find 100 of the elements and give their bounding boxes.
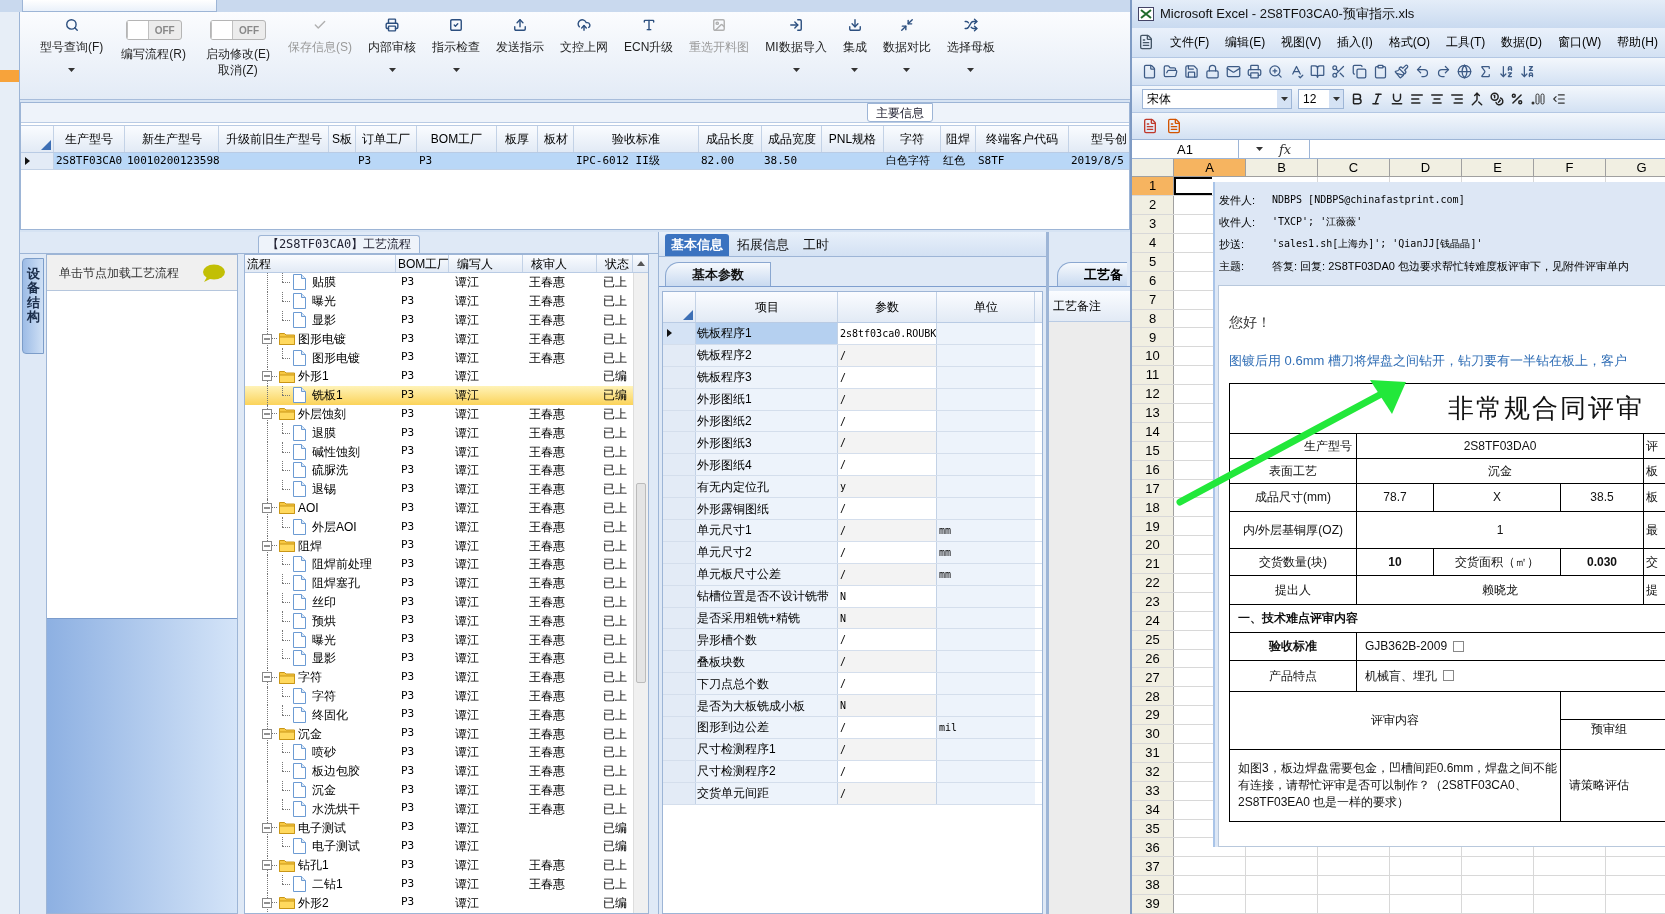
table-row[interactable]: 交货单元间距 / xyxy=(663,782,1042,805)
row-header[interactable]: 10 xyxy=(1132,347,1174,366)
coins-icon[interactable] xyxy=(1490,91,1504,106)
table-row[interactable]: 叠板块数 / xyxy=(663,651,1042,674)
toolbar-button[interactable]: 文控上网 xyxy=(554,12,614,56)
folder-icon[interactable] xyxy=(1163,63,1178,79)
collapse-icon[interactable] xyxy=(262,822,272,833)
menu-item[interactable]: 格式(O) xyxy=(1388,33,1430,52)
table-row[interactable]: 图形到边公差 / mil xyxy=(663,717,1042,739)
table-row[interactable]: 钻槽位置是否不设计铣带 N xyxy=(663,585,1042,608)
checkbox[interactable] xyxy=(1443,670,1454,682)
row-header[interactable]: 19 xyxy=(1132,517,1174,536)
toolbar-button[interactable]: 选择母板 xyxy=(940,12,1001,72)
tab[interactable]: 工时 xyxy=(797,234,835,256)
table-row[interactable]: 异形槽个数 / xyxy=(663,629,1042,652)
tree-row[interactable]: 字符 P3 谭江 王春惠 已上 xyxy=(245,686,633,706)
font-select[interactable]: 宋体 xyxy=(1142,88,1292,109)
toolbar-button[interactable]: 数据对比 xyxy=(876,12,937,72)
printer-icon[interactable] xyxy=(1247,63,1262,79)
table-row[interactable]: 下刀点总个数 / xyxy=(663,673,1042,696)
menu-item[interactable]: 数据(D) xyxy=(1501,33,1542,52)
align-left-icon[interactable] xyxy=(1410,91,1424,106)
column-header[interactable]: E xyxy=(1462,159,1534,177)
pdf-icon[interactable] xyxy=(1166,118,1182,135)
table-row[interactable]: 单元尺寸1 / mm xyxy=(663,520,1042,542)
tree-row[interactable]: 退锡 P3 谭江 王春惠 已上 xyxy=(245,479,633,499)
menu-item[interactable]: 插入(I) xyxy=(1337,33,1373,52)
align-center-icon[interactable] xyxy=(1430,91,1444,106)
pdf-icon[interactable] xyxy=(1142,118,1158,135)
row-header[interactable]: 2 xyxy=(1132,196,1174,215)
row-header[interactable]: 20 xyxy=(1132,536,1174,555)
toolbar-button[interactable]: ECN升级 xyxy=(618,12,680,56)
scrollbar[interactable] xyxy=(633,273,648,913)
tree-row[interactable]: 水洗烘干 P3 谭江 王春惠 已上 xyxy=(245,799,633,819)
tree-row[interactable]: 电子测试 P3 谭江 已编 xyxy=(245,818,633,837)
indent-icon[interactable] xyxy=(1552,91,1566,106)
undo-icon[interactable] xyxy=(1415,63,1430,79)
sub-tab[interactable]: 工艺备 xyxy=(1057,262,1127,286)
tree-row[interactable]: 字符 P3 谭江 王春惠 已上 xyxy=(245,667,633,687)
table-row[interactable]: 外形图纸2 / xyxy=(663,410,1042,433)
tree-row[interactable]: 外形1 P3 谭江 已编 xyxy=(245,367,633,386)
column-header[interactable]: C xyxy=(1318,159,1390,177)
row-header[interactable]: 39 xyxy=(1132,895,1174,913)
table-row[interactable]: 外形图纸4 / xyxy=(663,454,1042,477)
tree-row[interactable]: 图形电镀 P3 谭江 王春惠 已上 xyxy=(245,329,633,349)
globe-icon[interactable] xyxy=(1457,63,1472,79)
row-header[interactable]: 12 xyxy=(1132,385,1174,403)
column-header[interactable]: F xyxy=(1534,159,1606,177)
row-header[interactable]: 18 xyxy=(1132,498,1174,517)
menu-item[interactable]: 工具(T) xyxy=(1446,33,1486,52)
row-header[interactable]: 36 xyxy=(1132,838,1174,857)
toolbar-button[interactable]: MI数据导入 xyxy=(759,12,833,72)
tree-row[interactable]: 钻孔1 P3 谭江 王春惠 已上 xyxy=(245,855,633,875)
row-header[interactable]: 38 xyxy=(1132,876,1174,895)
underline-icon[interactable] xyxy=(1390,91,1404,106)
table-row[interactable]: 外形图纸3 / xyxy=(663,432,1042,455)
tree-row[interactable]: 碱性蚀刻 P3 谭江 王春惠 已上 xyxy=(245,442,633,461)
row-header[interactable]: 28 xyxy=(1132,687,1174,706)
table-row[interactable]: 2S8TF03CA0 10010200123598 P3 P3 IPC-6012 II级 82.00 38.50 白色字符 红色 S8TF 2019/8/5 xyxy=(21,153,1129,170)
tree-row[interactable]: 阻焊前处理 P3 谭江 王春惠 已上 xyxy=(245,554,633,574)
tab[interactable]: 拓展信息 xyxy=(731,234,795,256)
toolbar-button[interactable]: 指示检查 xyxy=(426,12,486,72)
tree-row[interactable]: 曝光 P3 谭江 王春惠 已上 xyxy=(245,630,633,649)
save-icon[interactable] xyxy=(1184,63,1199,79)
table-row[interactable]: 单元板尺寸公差 / mm xyxy=(663,563,1042,586)
tree-row[interactable]: 铣板1 P3 谭江 已编 xyxy=(245,385,633,405)
tree-row[interactable]: 阻焊 P3 谭江 王春惠 已上 xyxy=(245,536,633,555)
tree-row[interactable]: 退膜 P3 谭江 王春惠 已上 xyxy=(245,423,633,443)
tree-row[interactable]: 图形电镀 P3 谭江 王春惠 已上 xyxy=(245,348,633,367)
tree-row[interactable]: 贴膜 P3 谭江 王春惠 已上 xyxy=(245,273,633,292)
align-right-icon[interactable] xyxy=(1450,91,1464,106)
table-row[interactable]: 外形露铜图纸 / xyxy=(663,498,1042,520)
table-row[interactable]: 是否采用粗铣+精铣 N xyxy=(663,607,1042,630)
redo-icon[interactable] xyxy=(1436,63,1451,79)
column-header[interactable]: D xyxy=(1390,159,1462,177)
merge-icon[interactable] xyxy=(1470,91,1484,106)
copy-icon[interactable] xyxy=(1352,63,1367,79)
sort-ascending-icon[interactable] xyxy=(1499,63,1514,79)
row-header[interactable]: 3 xyxy=(1132,215,1174,233)
tree-row[interactable]: 预烘 P3 谭江 王春惠 已上 xyxy=(245,611,633,631)
tree-row[interactable]: 沉金 P3 谭江 王春惠 已上 xyxy=(245,724,633,743)
row-header[interactable]: 27 xyxy=(1132,668,1174,687)
menu-item[interactable]: 编辑(E) xyxy=(1225,33,1266,52)
tree-row[interactable]: 曝光 P3 谭江 王春惠 已上 xyxy=(245,291,633,311)
table-row[interactable]: 尺寸检测程序2 / xyxy=(663,760,1042,783)
toolbar-button[interactable]: 发送指示 xyxy=(490,12,550,56)
row-header[interactable]: 11 xyxy=(1132,366,1174,385)
collapse-icon[interactable] xyxy=(262,540,272,551)
collapse-icon[interactable] xyxy=(262,408,272,419)
row-header[interactable]: 30 xyxy=(1132,725,1174,743)
tab[interactable]: 基本信息 xyxy=(665,234,729,256)
toolbar-button[interactable]: 型号查询(F) xyxy=(34,12,110,72)
tree-row[interactable]: 喷砂 P3 谭江 王春惠 已上 xyxy=(245,742,633,762)
collapse-icon[interactable] xyxy=(262,672,272,683)
spellcheck-icon[interactable] xyxy=(1289,63,1304,79)
new-file-icon[interactable] xyxy=(1142,63,1157,79)
collapse-icon[interactable] xyxy=(262,333,272,344)
table-row[interactable]: 尺寸检测程序1 / xyxy=(663,738,1042,761)
menu-item[interactable]: 帮助(H) xyxy=(1617,33,1658,52)
menu-item[interactable]: 视图(V) xyxy=(1281,33,1322,52)
